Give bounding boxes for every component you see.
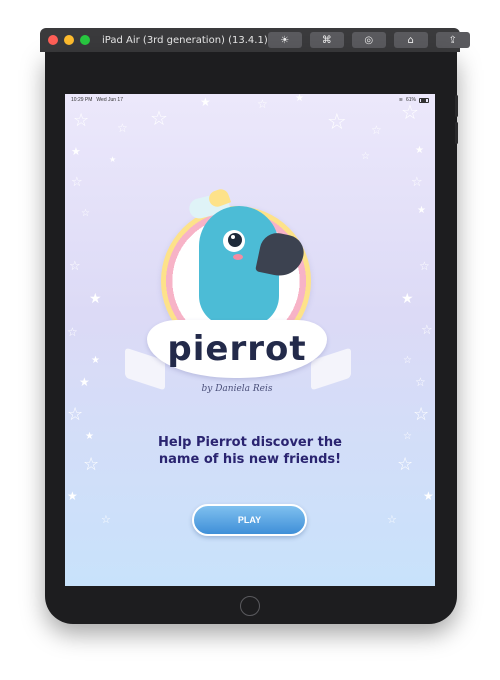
play-button[interactable]: PLAY: [192, 504, 307, 536]
star-icon: ★: [79, 375, 90, 389]
volume-down-button[interactable]: [455, 122, 458, 144]
star-icon: ★: [401, 291, 414, 307]
star-icon: ☆: [415, 375, 426, 389]
star-icon: ☆: [150, 106, 168, 130]
parrot-cheek: [233, 254, 243, 260]
star-icon: ☆: [101, 513, 111, 526]
star-icon: ☆: [73, 110, 90, 131]
status-time: 10:29 PM: [71, 97, 93, 103]
star-icon: ★: [67, 489, 78, 503]
star-icon: ★: [89, 291, 102, 307]
game-title: pierrot: [167, 329, 307, 369]
star-icon: ★: [200, 95, 211, 109]
star-icon: ☆: [401, 100, 419, 124]
parrot-pupil: [228, 233, 242, 247]
brightness-icon[interactable]: ☀: [267, 32, 302, 48]
star-icon: ☆: [117, 121, 128, 135]
volume-up-button[interactable]: [455, 95, 458, 117]
window-controls: [48, 35, 90, 45]
star-icon: ☆: [67, 325, 78, 339]
star-icon: ☆: [69, 259, 81, 274]
star-icon: ☆: [403, 355, 412, 366]
simulator-toolbar: ☀ ⌘ ◎ ⌂ ⇪: [267, 32, 470, 48]
status-date: Wed Jun 17: [96, 97, 123, 103]
tagline-line-2: name of his new friends!: [158, 452, 342, 467]
status-bar: 10:29 PM Wed Jun 17 ≋ 61%: [65, 94, 435, 106]
pierrot-logo: pierrot by Daniela Reis: [125, 184, 385, 404]
app-screen: 10:29 PM Wed Jun 17 ≋ 61% ☆ ☆ ☆ ★ ☆ ★ ☆ …: [65, 94, 435, 586]
star-icon: ★: [295, 94, 304, 104]
star-icon: ☆: [421, 323, 433, 338]
command-icon[interactable]: ⌘: [309, 32, 344, 48]
parrot-eye-glint: [231, 235, 235, 239]
tagline: Help Pierrot discover the name of his ne…: [65, 434, 435, 468]
star-icon: ★: [71, 145, 81, 158]
star-icon: ☆: [387, 513, 397, 526]
star-icon: ☆: [361, 151, 370, 162]
close-window-button[interactable]: [48, 35, 58, 45]
minimize-window-button[interactable]: [64, 35, 74, 45]
author-byline: by Daniela Reis: [201, 384, 273, 394]
star-icon: ☆: [413, 404, 430, 425]
star-icon: ☆: [81, 208, 90, 219]
star-icon: ☆: [257, 97, 268, 111]
star-icon: ☆: [71, 175, 83, 190]
screenshot-icon[interactable]: ◎: [351, 32, 386, 48]
star-icon: ☆: [411, 175, 423, 190]
zoom-window-button[interactable]: [80, 35, 90, 45]
star-icon: ★: [423, 489, 434, 503]
star-icon: ☆: [419, 259, 430, 273]
battery-icon: [419, 97, 429, 103]
star-icon: ★: [91, 355, 100, 366]
star-icon: ☆: [327, 110, 347, 135]
rotate-icon[interactable]: ⇪: [435, 32, 470, 48]
star-icon: ☆: [371, 123, 382, 137]
star-icon: ★: [415, 145, 424, 156]
home-icon[interactable]: ⌂: [393, 32, 428, 48]
star-icon: ★: [417, 205, 426, 216]
home-button[interactable]: [240, 596, 260, 616]
simulator-titlebar: iPad Air (3rd generation) (13.4.1) ☀ ⌘ ◎…: [40, 28, 470, 52]
tagline-line-1: Help Pierrot discover the: [158, 435, 342, 450]
star-icon: ★: [109, 155, 117, 164]
star-icon: ☆: [67, 404, 84, 425]
simulator-title: iPad Air (3rd generation) (13.4.1): [102, 34, 268, 46]
